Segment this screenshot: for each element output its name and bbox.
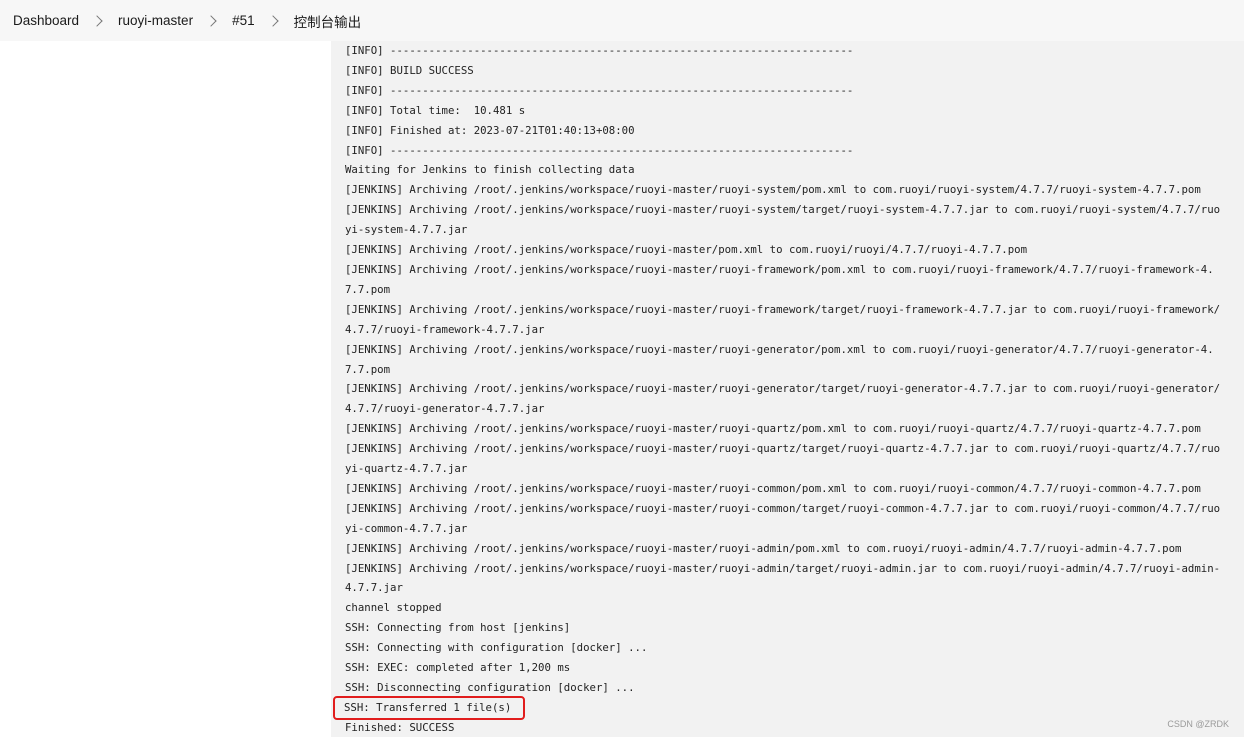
log-line: [JENKINS] Archiving /root/.jenkins/works… — [345, 243, 1028, 257]
console-output: [INFO] ---------------------------------… — [331, 41, 1244, 737]
highlighted-log-line: SSH: Transferred 1 file(s) — [332, 695, 526, 720]
console-log: [INFO] ---------------------------------… — [332, 41, 1226, 737]
breadcrumb-build[interactable]: #51 — [232, 13, 255, 28]
log-line: [JENKINS] Archiving /root/.jenkins/works… — [345, 302, 1221, 336]
log-line: [JENKINS] Archiving /root/.jenkins/works… — [345, 442, 1221, 476]
log-line: channel stopped — [345, 601, 442, 615]
log-line: [INFO] ---------------------------------… — [345, 83, 854, 97]
log-line: [INFO] Total time: 10.481 s — [345, 103, 526, 117]
build-result-line: Finished: SUCCESS — [345, 720, 455, 734]
breadcrumb-job[interactable]: ruoyi-master — [118, 13, 193, 28]
watermark: CSDN @ZRDK — [1167, 719, 1229, 729]
log-line: [INFO] ---------------------------------… — [345, 143, 854, 157]
log-line: SSH: Connecting with configuration [dock… — [345, 641, 648, 655]
log-line: [JENKINS] Archiving /root/.jenkins/works… — [345, 561, 1221, 595]
breadcrumb-dashboard[interactable]: Dashboard — [13, 13, 79, 28]
log-line: [JENKINS] Archiving /root/.jenkins/works… — [345, 422, 1201, 436]
log-line: SSH: Connecting from host [jenkins] — [345, 621, 571, 635]
log-line: [INFO] Finished at: 2023-07-21T01:40:13+… — [345, 123, 635, 137]
chevron-right-icon — [205, 14, 217, 27]
log-line: [JENKINS] Archiving /root/.jenkins/works… — [345, 342, 1214, 376]
log-line: SSH: EXEC: completed after 1,200 ms — [345, 661, 571, 675]
log-line: [JENKINS] Archiving /root/.jenkins/works… — [345, 481, 1201, 495]
chevron-right-icon — [91, 14, 103, 27]
log-line: [JENKINS] Archiving /root/.jenkins/works… — [345, 203, 1221, 237]
log-line: [INFO] BUILD SUCCESS — [345, 63, 474, 77]
log-line: Waiting for Jenkins to finish collecting… — [345, 163, 635, 177]
log-line: [JENKINS] Archiving /root/.jenkins/works… — [345, 183, 1201, 197]
log-line: [JENKINS] Archiving /root/.jenkins/works… — [345, 262, 1214, 296]
log-line: [INFO] ---------------------------------… — [345, 44, 854, 57]
breadcrumb: Dashboard ruoyi-master #51 控制台输出 — [0, 0, 1244, 41]
log-line: [JENKINS] Archiving /root/.jenkins/works… — [345, 382, 1221, 416]
breadcrumb-console-output[interactable]: 控制台输出 — [294, 11, 362, 31]
log-line: [JENKINS] Archiving /root/.jenkins/works… — [345, 501, 1221, 535]
side-panel — [0, 41, 331, 737]
chevron-right-icon — [266, 14, 279, 27]
log-line: [JENKINS] Archiving /root/.jenkins/works… — [345, 541, 1182, 555]
log-line: SSH: Disconnecting configuration [docker… — [345, 681, 635, 694]
